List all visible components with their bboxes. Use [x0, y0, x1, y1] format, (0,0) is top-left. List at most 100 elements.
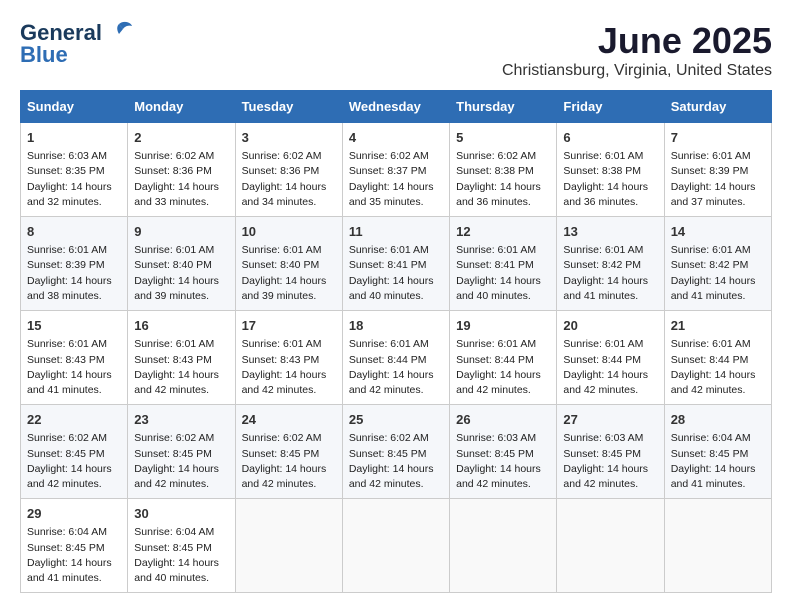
day-number: 6: [563, 129, 657, 147]
day-number: 8: [27, 223, 121, 241]
day-info-text: Daylight: 14 hours: [563, 368, 657, 383]
day-info-text: Sunrise: 6:02 AM: [242, 149, 336, 164]
day-info-text: Daylight: 14 hours: [456, 368, 550, 383]
day-info-text: Daylight: 14 hours: [134, 556, 228, 571]
day-info-text: Daylight: 14 hours: [671, 274, 765, 289]
day-info-text: Sunrise: 6:01 AM: [349, 243, 443, 258]
day-info-text: and 42 minutes.: [456, 383, 550, 398]
day-info-text: and 36 minutes.: [456, 195, 550, 210]
day-info-text: Sunset: 8:44 PM: [671, 353, 765, 368]
day-info-text: and 39 minutes.: [242, 289, 336, 304]
day-info-text: Sunrise: 6:02 AM: [456, 149, 550, 164]
calendar-cell: 18Sunrise: 6:01 AMSunset: 8:44 PMDayligh…: [342, 311, 449, 405]
day-number: 12: [456, 223, 550, 241]
calendar-cell: 15Sunrise: 6:01 AMSunset: 8:43 PMDayligh…: [21, 311, 128, 405]
calendar-cell: 14Sunrise: 6:01 AMSunset: 8:42 PMDayligh…: [664, 217, 771, 311]
logo-bird-icon: [105, 20, 133, 42]
day-number: 2: [134, 129, 228, 147]
day-info-text: Sunset: 8:42 PM: [671, 258, 765, 273]
day-info-text: Daylight: 14 hours: [27, 556, 121, 571]
day-info-text: Sunrise: 6:01 AM: [456, 243, 550, 258]
day-info-text: Daylight: 14 hours: [671, 462, 765, 477]
day-info-text: Sunset: 8:40 PM: [242, 258, 336, 273]
day-info-text: and 41 minutes.: [563, 289, 657, 304]
calendar-cell: 10Sunrise: 6:01 AMSunset: 8:40 PMDayligh…: [235, 217, 342, 311]
day-info-text: Daylight: 14 hours: [349, 180, 443, 195]
day-number: 25: [349, 411, 443, 429]
weekday-header-monday: Monday: [128, 91, 235, 123]
day-info-text: and 32 minutes.: [27, 195, 121, 210]
calendar-cell: 3Sunrise: 6:02 AMSunset: 8:36 PMDaylight…: [235, 123, 342, 217]
day-info-text: Sunset: 8:43 PM: [134, 353, 228, 368]
day-info-text: and 42 minutes.: [563, 477, 657, 492]
day-info-text: Sunset: 8:45 PM: [671, 447, 765, 462]
day-info-text: Daylight: 14 hours: [456, 462, 550, 477]
weekday-header-row: SundayMondayTuesdayWednesdayThursdayFrid…: [21, 91, 772, 123]
day-info-text: Sunset: 8:45 PM: [349, 447, 443, 462]
calendar-cell: 6Sunrise: 6:01 AMSunset: 8:38 PMDaylight…: [557, 123, 664, 217]
day-info-text: Daylight: 14 hours: [134, 462, 228, 477]
day-number: 10: [242, 223, 336, 241]
day-info-text: and 33 minutes.: [134, 195, 228, 210]
day-info-text: Sunset: 8:41 PM: [456, 258, 550, 273]
day-info-text: Sunrise: 6:04 AM: [27, 525, 121, 540]
day-info-text: Sunrise: 6:03 AM: [456, 431, 550, 446]
calendar-cell: 13Sunrise: 6:01 AMSunset: 8:42 PMDayligh…: [557, 217, 664, 311]
day-info-text: and 42 minutes.: [134, 383, 228, 398]
calendar-cell: [342, 499, 449, 593]
day-number: 17: [242, 317, 336, 335]
day-info-text: Sunrise: 6:04 AM: [134, 525, 228, 540]
day-info-text: and 38 minutes.: [27, 289, 121, 304]
day-info-text: Daylight: 14 hours: [242, 180, 336, 195]
day-info-text: and 42 minutes.: [349, 383, 443, 398]
calendar-cell: 2Sunrise: 6:02 AMSunset: 8:36 PMDaylight…: [128, 123, 235, 217]
day-info-text: Sunrise: 6:01 AM: [563, 149, 657, 164]
day-number: 22: [27, 411, 121, 429]
calendar-week-row: 22Sunrise: 6:02 AMSunset: 8:45 PMDayligh…: [21, 405, 772, 499]
day-number: 21: [671, 317, 765, 335]
calendar-cell: [235, 499, 342, 593]
day-info-text: Sunrise: 6:01 AM: [563, 243, 657, 258]
calendar-week-row: 29Sunrise: 6:04 AMSunset: 8:45 PMDayligh…: [21, 499, 772, 593]
calendar-table: SundayMondayTuesdayWednesdayThursdayFrid…: [20, 90, 772, 593]
weekday-header-tuesday: Tuesday: [235, 91, 342, 123]
weekday-header-thursday: Thursday: [450, 91, 557, 123]
calendar-cell: [664, 499, 771, 593]
day-info-text: Sunrise: 6:04 AM: [671, 431, 765, 446]
calendar-cell: 21Sunrise: 6:01 AMSunset: 8:44 PMDayligh…: [664, 311, 771, 405]
day-info-text: Daylight: 14 hours: [349, 368, 443, 383]
day-info-text: Sunset: 8:38 PM: [456, 164, 550, 179]
day-info-text: Sunset: 8:45 PM: [563, 447, 657, 462]
calendar-cell: 8Sunrise: 6:01 AMSunset: 8:39 PMDaylight…: [21, 217, 128, 311]
day-info-text: Sunset: 8:39 PM: [27, 258, 121, 273]
calendar-cell: 29Sunrise: 6:04 AMSunset: 8:45 PMDayligh…: [21, 499, 128, 593]
day-info-text: Sunset: 8:41 PM: [349, 258, 443, 273]
day-info-text: and 39 minutes.: [134, 289, 228, 304]
calendar-cell: 26Sunrise: 6:03 AMSunset: 8:45 PMDayligh…: [450, 405, 557, 499]
day-info-text: Daylight: 14 hours: [349, 462, 443, 477]
day-info-text: and 41 minutes.: [671, 289, 765, 304]
day-info-text: Sunrise: 6:01 AM: [242, 243, 336, 258]
day-info-text: and 37 minutes.: [671, 195, 765, 210]
day-info-text: Sunset: 8:43 PM: [27, 353, 121, 368]
logo-blue: Blue: [20, 42, 68, 68]
day-info-text: Sunrise: 6:01 AM: [27, 243, 121, 258]
day-info-text: and 42 minutes.: [27, 477, 121, 492]
day-info-text: Sunset: 8:37 PM: [349, 164, 443, 179]
calendar-cell: 27Sunrise: 6:03 AMSunset: 8:45 PMDayligh…: [557, 405, 664, 499]
day-info-text: and 42 minutes.: [456, 477, 550, 492]
calendar-cell: [557, 499, 664, 593]
day-number: 15: [27, 317, 121, 335]
title-block: June 2025 Christiansburg, Virginia, Unit…: [502, 20, 772, 80]
day-info-text: Sunset: 8:36 PM: [134, 164, 228, 179]
day-info-text: Daylight: 14 hours: [671, 180, 765, 195]
calendar-cell: 9Sunrise: 6:01 AMSunset: 8:40 PMDaylight…: [128, 217, 235, 311]
day-info-text: Sunset: 8:45 PM: [456, 447, 550, 462]
calendar-week-row: 8Sunrise: 6:01 AMSunset: 8:39 PMDaylight…: [21, 217, 772, 311]
day-info-text: Sunrise: 6:01 AM: [134, 243, 228, 258]
day-number: 5: [456, 129, 550, 147]
day-info-text: Sunset: 8:45 PM: [27, 447, 121, 462]
day-number: 4: [349, 129, 443, 147]
day-info-text: and 42 minutes.: [242, 477, 336, 492]
calendar-cell: 20Sunrise: 6:01 AMSunset: 8:44 PMDayligh…: [557, 311, 664, 405]
